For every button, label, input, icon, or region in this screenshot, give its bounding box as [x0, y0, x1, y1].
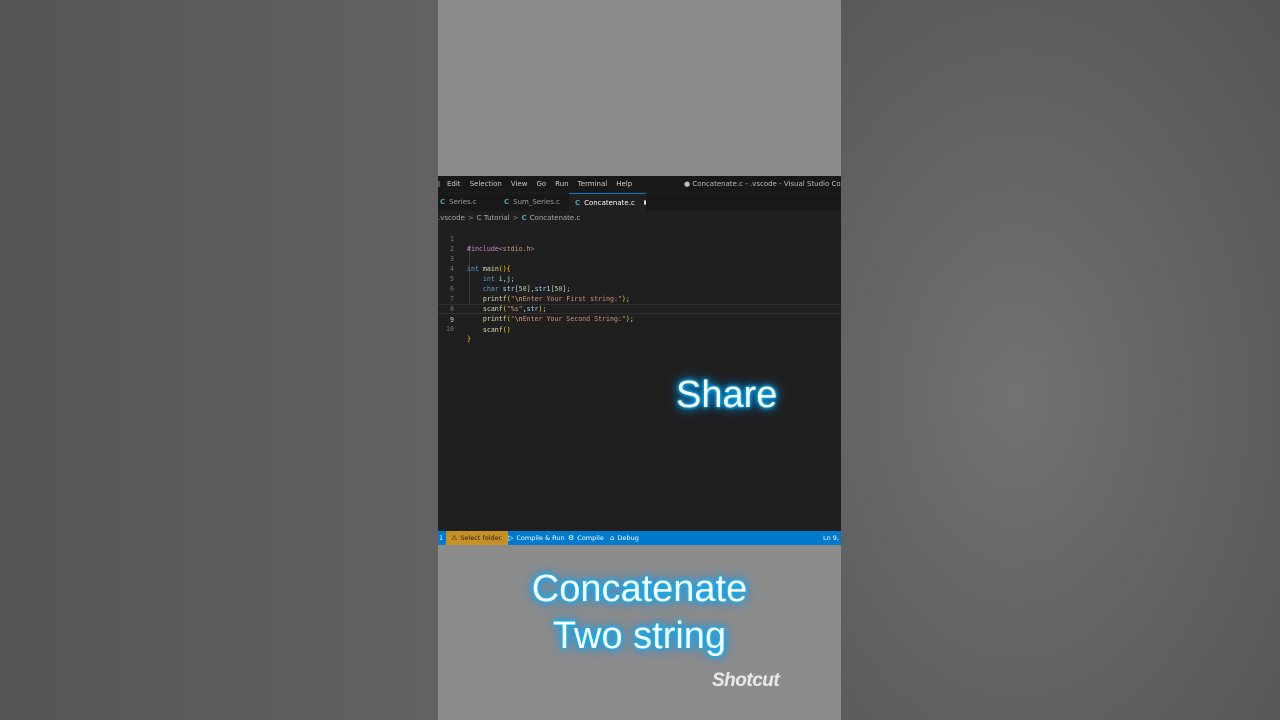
code-line[interactable]: 4 int i,j;: [438, 254, 841, 283]
debug-icon: ⌂: [610, 534, 615, 542]
function-token: scanf: [482, 326, 503, 334]
code-line[interactable]: 8 printf("\nEnter Your Second String:");: [438, 294, 841, 323]
brace-token: }: [467, 335, 471, 343]
tab-label: Sum_Series.c: [513, 198, 560, 206]
blurred-background-left: [0, 0, 438, 720]
line-number: 10: [446, 325, 454, 333]
blurred-background-right: [841, 0, 1280, 720]
play-icon: ▷: [508, 534, 514, 542]
status-label: Select folder.: [460, 534, 503, 542]
compile-button[interactable]: ⚙ Compile: [568, 531, 604, 545]
debug-button[interactable]: ⌂ Debug: [610, 531, 639, 545]
code-line[interactable]: 6 printf("\nEnter Your First string:");: [438, 274, 841, 303]
code-line-current[interactable]: 9 scanf(): [438, 304, 841, 334]
status-bar: 1 ⚠ Select folder. ▷ Compile & Run ⚙ Com…: [438, 531, 841, 545]
status-remote[interactable]: 1: [438, 531, 445, 545]
breadcrumb-item[interactable]: .vscode: [438, 214, 465, 222]
tab-label: Concatenate.c: [584, 198, 635, 207]
c-file-icon: C: [575, 198, 581, 207]
modified-dot-icon[interactable]: [643, 200, 646, 205]
tab-series[interactable]: C Series.c: [440, 193, 500, 211]
paren-token: (): [502, 326, 511, 334]
code-line[interactable]: 3 int main(){: [438, 244, 841, 273]
tab-bar: C Series.c C Sum_Series.c C Concatenate.…: [438, 193, 841, 211]
c-file-icon: C: [504, 198, 510, 206]
status-label: Compile & Run: [516, 534, 565, 542]
tab-label: Series.c: [449, 198, 477, 206]
menu-help[interactable]: Help: [616, 180, 632, 188]
menu-terminal[interactable]: Terminal: [578, 180, 608, 188]
breadcrumb-item[interactable]: C Tutorial: [477, 214, 510, 222]
code-line[interactable]: 5 char str[50],str1[50];: [438, 264, 841, 293]
caption-line-1: Concatenate: [531, 568, 748, 610]
code-line[interactable]: 2: [438, 234, 841, 253]
gear-icon: ⚙: [568, 534, 575, 542]
menu-view[interactable]: View: [511, 180, 528, 188]
vscode-window: Edit Selection View Go Run Terminal Help…: [438, 176, 841, 545]
menu-edit[interactable]: Edit: [447, 180, 461, 188]
tab-concatenate[interactable]: C Concatenate.c: [569, 193, 646, 211]
c-file-icon: C: [440, 198, 446, 206]
tab-sum-series[interactable]: C Sum_Series.c: [504, 193, 572, 211]
code-line[interactable]: 10 }: [438, 314, 841, 343]
status-label: Debug: [617, 534, 639, 542]
app-icon-edge: [438, 181, 440, 187]
share-overlay-text: Share: [676, 374, 778, 416]
compile-run-button[interactable]: ▷ Compile & Run: [508, 531, 565, 545]
window-title: ● Concatenate.c - .vscode - Visual Studi…: [684, 180, 841, 188]
chevron-right-icon: >: [467, 214, 474, 222]
code-line[interactable]: 7 scanf("%s",str);: [438, 284, 841, 313]
breadcrumb-item[interactable]: Concatenate.c: [530, 214, 581, 222]
chevron-right-icon: >: [512, 214, 519, 222]
video-frame: Edit Selection View Go Run Terminal Help…: [438, 0, 841, 720]
select-folder-button[interactable]: ⚠ Select folder.: [446, 531, 508, 545]
menu-run[interactable]: Run: [555, 180, 568, 188]
c-file-icon: C: [521, 214, 527, 222]
warning-icon: ⚠: [451, 534, 458, 542]
status-label: Compile: [577, 534, 604, 542]
caption-line-2: Two string: [552, 615, 727, 657]
menu-selection[interactable]: Selection: [470, 180, 502, 188]
menu-bar: Edit Selection View Go Run Terminal Help…: [438, 176, 841, 192]
cursor-position[interactable]: Ln 9, C: [823, 531, 841, 545]
code-line[interactable]: 1 #include<stdio.h>: [438, 224, 841, 253]
shotcut-watermark: Shotcut: [712, 670, 780, 691]
code-editor[interactable]: 1 #include<stdio.h> 2 3 int main(){ 4 in…: [438, 224, 841, 531]
breadcrumb: .vscode > C Tutorial > C Concatenate.c: [438, 212, 580, 224]
menu-go[interactable]: Go: [536, 180, 546, 188]
